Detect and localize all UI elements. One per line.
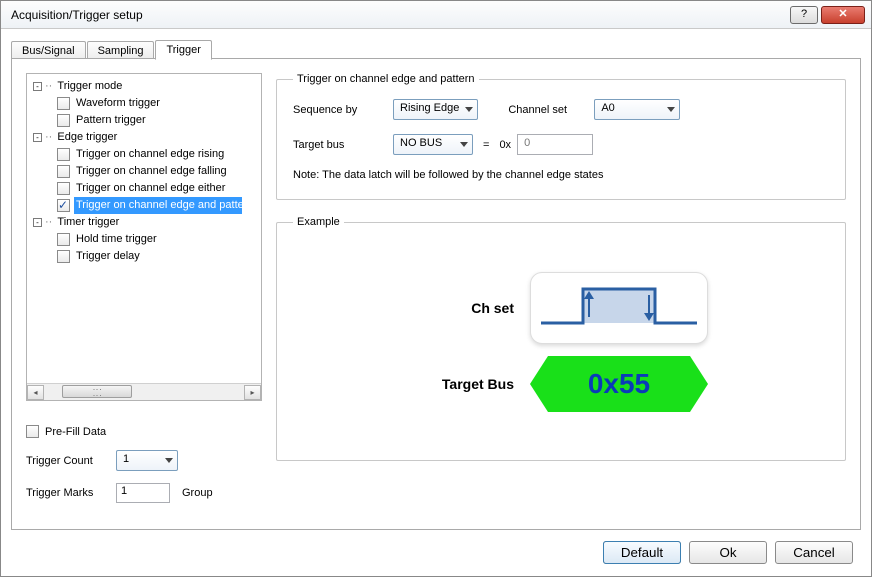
tree-node-trigger-mode[interactable]: -·· Trigger mode xyxy=(33,78,261,95)
trigger-settings-fieldset: Trigger on channel edge and pattern Sequ… xyxy=(276,73,846,200)
example-waveform-card xyxy=(530,272,708,344)
checkbox[interactable] xyxy=(57,250,70,263)
checkbox[interactable] xyxy=(57,233,70,246)
prefill-label: Pre-Fill Data xyxy=(45,426,106,438)
scroll-right-icon[interactable]: ▸ xyxy=(244,385,261,400)
tree-item-trigger-delay[interactable]: Trigger delay xyxy=(57,248,261,265)
example-fieldset: Example Ch set xyxy=(276,216,846,461)
tab-trigger[interactable]: Trigger xyxy=(155,40,211,60)
target-bus-label: Target bus xyxy=(293,139,393,151)
checkbox[interactable] xyxy=(57,97,70,110)
example-bus-shape: 0x55 xyxy=(530,356,708,412)
collapse-icon[interactable]: - xyxy=(33,218,42,227)
tree-item-edge-either[interactable]: Trigger on channel edge either xyxy=(57,180,261,197)
checkbox[interactable] xyxy=(57,165,70,178)
collapse-icon[interactable]: - xyxy=(33,82,42,91)
checkbox[interactable] xyxy=(57,199,70,212)
checkbox[interactable] xyxy=(57,114,70,127)
example-target-bus-label: Target Bus xyxy=(414,376,514,392)
trigger-tree[interactable]: -·· Trigger mode Waveform trigger Patter… xyxy=(26,73,262,401)
cancel-button[interactable]: Cancel xyxy=(775,541,853,564)
tree-item-waveform-trigger[interactable]: Waveform trigger xyxy=(57,95,261,112)
note-text: Note: The data latch will be followed by… xyxy=(293,169,829,181)
tree-node-timer-trigger[interactable]: -·· Timer trigger xyxy=(33,214,261,231)
prefill-checkbox[interactable] xyxy=(26,425,39,438)
scroll-track[interactable] xyxy=(44,385,244,400)
horizontal-scrollbar[interactable]: ◂ ▸ xyxy=(27,383,261,400)
scroll-thumb[interactable] xyxy=(62,385,132,398)
tree-item-edge-rising[interactable]: Trigger on channel edge rising xyxy=(57,146,261,163)
tree-item-edge-falling[interactable]: Trigger on channel edge falling xyxy=(57,163,261,180)
window-title: Acquisition/Trigger setup xyxy=(11,8,787,22)
checkbox[interactable] xyxy=(57,182,70,195)
trigger-marks-input[interactable]: 1 xyxy=(116,483,170,503)
close-button[interactable]: ✕ xyxy=(821,6,865,24)
trigger-marks-row: Trigger Marks 1 Group xyxy=(26,483,262,503)
target-bus-combo[interactable]: NO BUS xyxy=(393,134,473,155)
channel-set-combo[interactable]: A0 xyxy=(594,99,680,120)
trigger-marks-label: Trigger Marks xyxy=(26,487,116,499)
trigger-count-label: Trigger Count xyxy=(26,455,116,467)
channel-set-label: Channel set xyxy=(508,104,594,116)
trigger-count-combo[interactable]: 1 xyxy=(116,450,178,471)
sequence-by-label: Sequence by xyxy=(293,104,393,116)
trigger-count-row: Trigger Count 1 xyxy=(26,450,262,471)
tab-strip: Bus/Signal Sampling Trigger xyxy=(11,37,861,59)
waveform-icon xyxy=(539,279,699,337)
tab-panel-trigger: -·· Trigger mode Waveform trigger Patter… xyxy=(11,58,861,530)
trigger-marks-unit: Group xyxy=(182,487,213,499)
help-icon: ? xyxy=(801,9,807,20)
dialog-buttons: Default Ok Cancel xyxy=(603,541,853,564)
example-chset-label: Ch set xyxy=(414,300,514,316)
tree-item-pattern-trigger[interactable]: Pattern trigger xyxy=(57,112,261,129)
tree-item-edge-pattern[interactable]: Trigger on channel edge and pattern xyxy=(57,197,261,214)
help-button[interactable]: ? xyxy=(790,6,818,24)
example-bus-value: 0x55 xyxy=(588,368,650,400)
checkbox[interactable] xyxy=(57,148,70,161)
sequence-by-combo[interactable]: Rising Edge xyxy=(393,99,478,120)
ok-button[interactable]: Ok xyxy=(689,541,767,564)
scroll-left-icon[interactable]: ◂ xyxy=(27,385,44,400)
hex-prefix-label: 0x xyxy=(499,139,511,151)
equals-label: = xyxy=(483,139,489,151)
close-icon: ✕ xyxy=(838,9,847,20)
title-bar: Acquisition/Trigger setup ? ✕ xyxy=(1,1,871,29)
trigger-settings-legend: Trigger on channel edge and pattern xyxy=(293,73,479,85)
tree-item-hold-time[interactable]: Hold time trigger xyxy=(57,231,261,248)
default-button[interactable]: Default xyxy=(603,541,681,564)
collapse-icon[interactable]: - xyxy=(33,133,42,142)
tree-node-edge-trigger[interactable]: -·· Edge trigger xyxy=(33,129,261,146)
example-legend: Example xyxy=(293,216,344,228)
hex-value-input[interactable]: 0 xyxy=(517,134,593,155)
prefill-row: Pre-Fill Data xyxy=(26,425,262,438)
